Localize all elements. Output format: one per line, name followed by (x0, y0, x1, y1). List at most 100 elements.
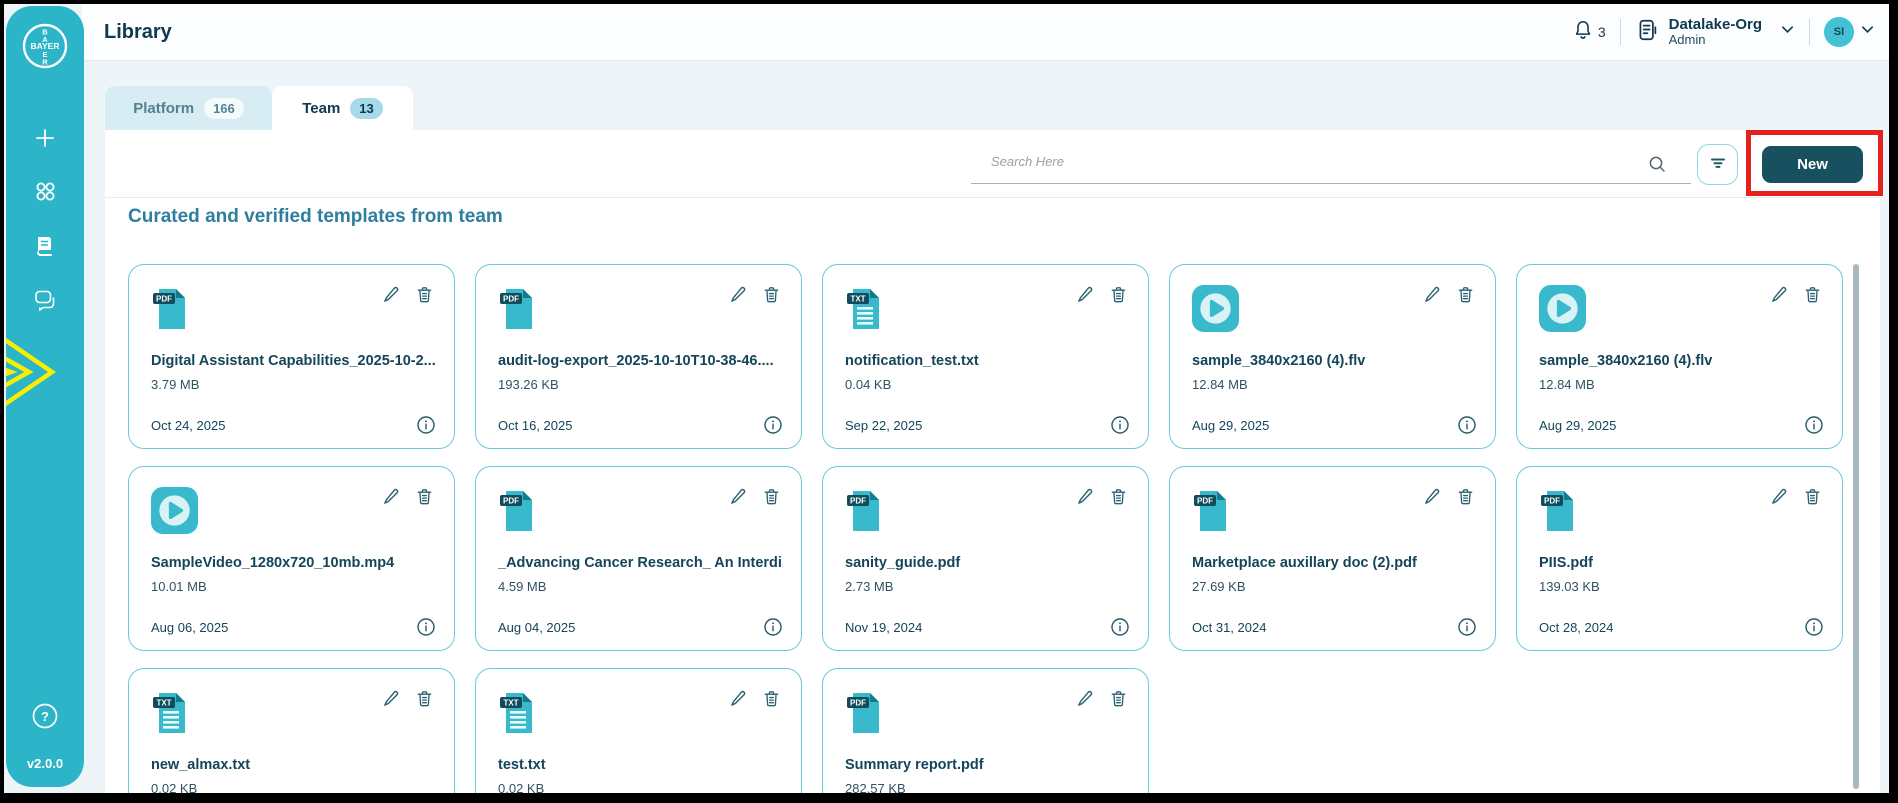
delete-trash-icon[interactable] (762, 689, 781, 742)
file-card[interactable]: PDF audit-log-export_2025-10-10T10-38-46… (475, 264, 802, 449)
svg-text:PDF: PDF (1544, 497, 1560, 506)
file-card[interactable]: PDF Summary report.pdf 282.57 KB (822, 668, 1149, 793)
delete-trash-icon[interactable] (415, 689, 434, 742)
info-icon[interactable] (1457, 617, 1477, 637)
file-date: Oct 28, 2024 (1539, 619, 1614, 635)
info-icon[interactable] (1804, 617, 1824, 637)
info-icon[interactable] (763, 617, 783, 637)
delete-trash-icon[interactable] (1456, 285, 1475, 337)
txt-file-icon: TXT (498, 689, 538, 742)
scrollbar-thumb[interactable] (1853, 264, 1859, 789)
info-icon[interactable] (1457, 415, 1477, 435)
app-version: v2.0.0 (26, 756, 64, 771)
edit-pencil-icon[interactable] (382, 689, 401, 742)
svg-text:PDF: PDF (156, 295, 172, 304)
file-size: 193.26 KB (498, 377, 559, 392)
tab-platform[interactable]: Platform 166 (105, 86, 272, 130)
file-title: Digital Assistant Capabilities_2025-10-2… (151, 353, 436, 369)
delete-trash-icon[interactable] (415, 285, 434, 338)
file-title: sanity_guide.pdf (845, 555, 961, 571)
search-input[interactable] (971, 146, 1691, 184)
file-card[interactable]: PDF _Advancing Cancer Research_ An Inter… (475, 466, 802, 651)
user-menu[interactable]: SI (1824, 17, 1875, 47)
info-icon[interactable] (1110, 415, 1130, 435)
file-card[interactable]: PDF Digital Assistant Capabilities_2025-… (128, 264, 455, 449)
tab-team[interactable]: Team 13 (272, 86, 413, 130)
file-card[interactable]: TXT test.txt 0.02 KB (475, 668, 802, 793)
file-title: Summary report.pdf (845, 757, 984, 773)
divider (1619, 19, 1621, 45)
org-selector[interactable]: Datalake-Org Admin (1635, 16, 1795, 48)
file-card[interactable]: SampleVideo_1280x720_10mb.mp4 10.01 MB A… (128, 466, 455, 651)
grid-apps-icon[interactable] (33, 179, 57, 203)
edit-pencil-icon[interactable] (1076, 689, 1095, 742)
org-role: Admin (1668, 32, 1706, 48)
video-file-icon (1192, 285, 1239, 337)
delete-trash-icon[interactable] (1109, 689, 1128, 742)
file-card[interactable]: PDF PIIS.pdf 139.03 KB Oct 28, 2024 (1516, 466, 1843, 651)
file-size: 139.03 KB (1539, 579, 1600, 594)
sidebar: BAYER B A E R ? v2.0.0 (6, 6, 84, 787)
delete-trash-icon[interactable] (1803, 285, 1822, 337)
pdf-file-icon: PDF (151, 285, 191, 338)
library-book-icon[interactable] (33, 234, 57, 258)
info-icon[interactable] (416, 617, 436, 637)
delete-trash-icon[interactable] (762, 487, 781, 540)
notifications-button[interactable]: 3 (1572, 19, 1606, 46)
file-size: 0.02 KB (498, 781, 545, 793)
file-card[interactable]: PDF Marketplace auxillary doc (2).pdf 27… (1169, 466, 1496, 651)
new-button[interactable]: New (1762, 146, 1863, 183)
delete-trash-icon[interactable] (1109, 285, 1128, 338)
top-header: Library 3 Datalake-Org Admin SI (82, 4, 1889, 61)
edit-pencil-icon[interactable] (1423, 285, 1442, 337)
info-icon[interactable] (1804, 415, 1824, 435)
svg-text:PDF: PDF (503, 295, 519, 304)
edit-pencil-icon[interactable] (729, 487, 748, 540)
file-date: Aug 06, 2025 (151, 619, 229, 635)
file-size: 27.69 KB (1192, 579, 1246, 594)
edit-pencil-icon[interactable] (1770, 285, 1789, 337)
file-card[interactable]: TXT new_almax.txt 0.02 KB (128, 668, 455, 793)
file-card[interactable]: sample_3840x2160 (4).flv 12.84 MB Aug 29… (1169, 264, 1496, 449)
svg-text:PDF: PDF (503, 497, 519, 506)
svg-text:TXT: TXT (850, 295, 865, 304)
edit-pencil-icon[interactable] (1770, 487, 1789, 540)
file-date: Nov 19, 2024 (845, 619, 923, 635)
filter-icon (1708, 153, 1728, 176)
info-icon[interactable] (416, 415, 436, 435)
search-icon[interactable] (1647, 154, 1667, 179)
file-card[interactable]: sample_3840x2160 (4).flv 12.84 MB Aug 29… (1516, 264, 1843, 449)
delete-trash-icon[interactable] (762, 285, 781, 338)
edit-pencil-icon[interactable] (729, 285, 748, 338)
file-date: Aug 29, 2025 (1539, 417, 1617, 433)
edit-pencil-icon[interactable] (1423, 487, 1442, 540)
file-title: _Advancing Cancer Research_ An Interdi..… (498, 555, 783, 571)
tab-count-badge: 13 (350, 97, 383, 119)
tab-count-badge: 166 (204, 97, 244, 119)
delete-trash-icon[interactable] (415, 487, 434, 539)
edit-pencil-icon[interactable] (1076, 285, 1095, 338)
file-cards-grid: PDF Digital Assistant Capabilities_2025-… (128, 264, 1868, 793)
delete-trash-icon[interactable] (1109, 487, 1128, 540)
file-title: sample_3840x2160 (4).flv (1192, 353, 1366, 369)
info-icon[interactable] (763, 415, 783, 435)
divider (1809, 19, 1810, 45)
filter-button[interactable] (1697, 144, 1738, 185)
file-title: PIIS.pdf (1539, 555, 1593, 571)
help-icon[interactable]: ? (30, 701, 60, 731)
file-card[interactable]: PDF sanity_guide.pdf 2.73 MB Nov 19, 202… (822, 466, 1149, 651)
plus-icon[interactable] (33, 126, 57, 150)
file-size: 10.01 MB (151, 579, 207, 594)
edit-pencil-icon[interactable] (382, 285, 401, 338)
pdf-file-icon: PDF (1192, 487, 1232, 540)
info-icon[interactable] (1110, 617, 1130, 637)
file-card[interactable]: TXT notification_test.txt 0.04 KB Sep 22… (822, 264, 1149, 449)
delete-trash-icon[interactable] (1803, 487, 1822, 540)
edit-pencil-icon[interactable] (1076, 487, 1095, 540)
page-title: Library (104, 20, 172, 43)
file-title: new_almax.txt (151, 757, 251, 773)
chat-icon[interactable] (32, 287, 58, 313)
edit-pencil-icon[interactable] (729, 689, 748, 742)
delete-trash-icon[interactable] (1456, 487, 1475, 540)
edit-pencil-icon[interactable] (382, 487, 401, 539)
